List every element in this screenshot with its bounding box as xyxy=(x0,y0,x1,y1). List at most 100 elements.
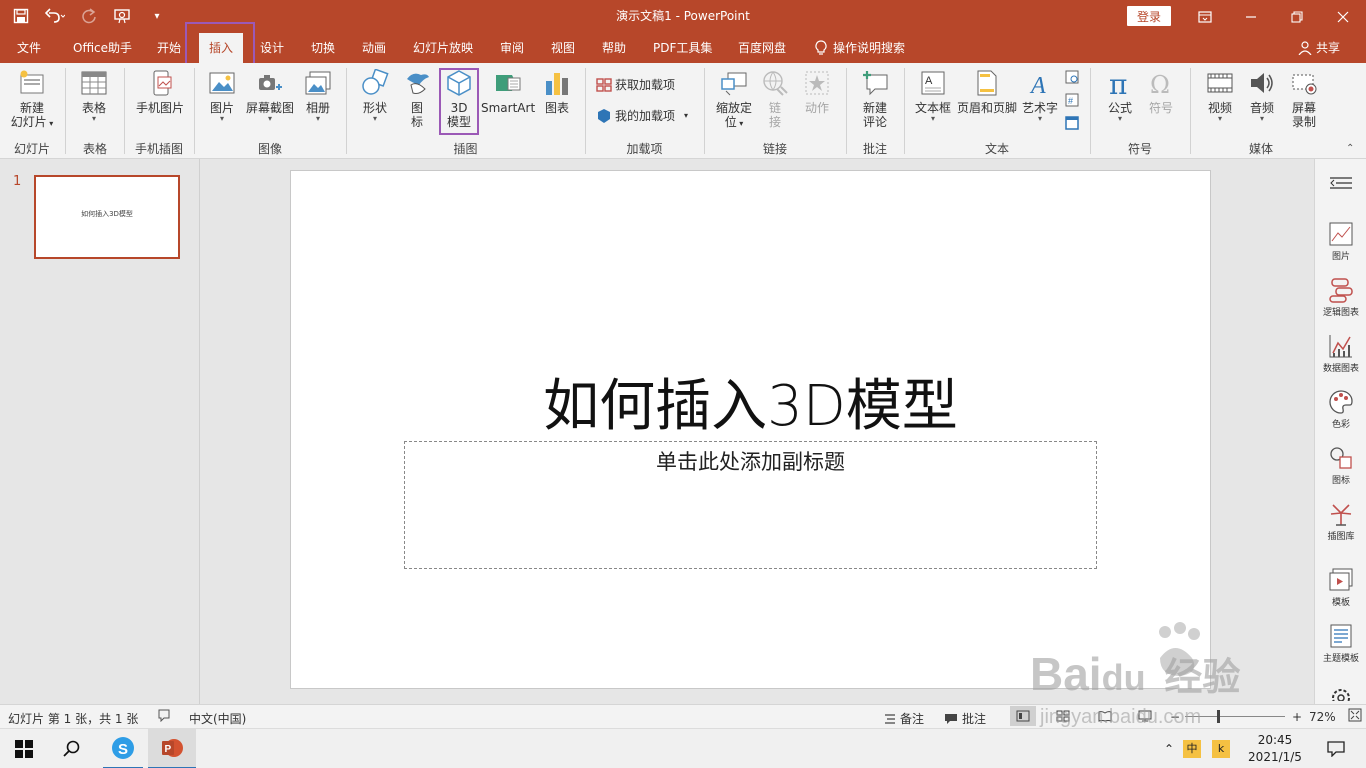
tab-home[interactable]: 开始 xyxy=(157,33,181,63)
link-button: 链 接 xyxy=(760,69,790,129)
clock[interactable]: 20:45 2021/1/5 xyxy=(1240,729,1310,768)
windows-start-icon[interactable] xyxy=(0,729,48,768)
tab-review[interactable]: 审阅 xyxy=(500,33,524,63)
group-label-addins: 加载项 xyxy=(626,142,663,156)
tab-help[interactable]: 帮助 xyxy=(602,33,626,63)
close-icon[interactable] xyxy=(1320,0,1366,33)
svg-text:Ω: Ω xyxy=(1150,71,1170,97)
pane-picture[interactable]: 图片 xyxy=(1315,221,1366,262)
tab-animations[interactable]: 动画 xyxy=(362,33,386,63)
collapse-ribbon-icon[interactable]: ⌃ xyxy=(1346,143,1354,154)
pane-logic-chart[interactable]: 逻辑图表 xyxy=(1315,277,1366,318)
minimize-icon[interactable] xyxy=(1228,0,1274,33)
subtitle-placeholder-text: 单击此处添加副标题 xyxy=(656,450,845,474)
fit-to-window-icon[interactable] xyxy=(1348,708,1362,725)
new-slide-icon xyxy=(20,70,44,94)
language-indicator[interactable]: 中文(中国) xyxy=(189,710,246,727)
my-addins-button[interactable]: 我的加载项 ▾ xyxy=(596,108,696,124)
phone-picture-button[interactable]: 手机图片 xyxy=(130,69,190,115)
sogou-browser-icon[interactable]: S xyxy=(103,729,143,768)
tab-baidu-netdisk[interactable]: 百度网盘 xyxy=(738,33,786,63)
tab-design[interactable]: 设计 xyxy=(260,33,284,63)
zoom-button[interactable]: 缩放定 位 ▾ xyxy=(712,69,756,131)
action-button: 动作 xyxy=(800,69,834,115)
powerpoint-taskbar-icon[interactable]: P xyxy=(148,729,196,768)
svg-text:#: # xyxy=(1068,96,1073,106)
wordart-button[interactable]: A 艺术字 ▾ xyxy=(1020,69,1060,123)
tab-transitions[interactable]: 切换 xyxy=(311,33,335,63)
tab-pdf-tools[interactable]: PDF工具集 xyxy=(653,33,712,63)
accessibility-icon[interactable] xyxy=(157,708,171,725)
notes-button[interactable]: 备注 xyxy=(884,710,924,727)
table-icon xyxy=(81,71,107,95)
chart-button[interactable]: 图表 xyxy=(540,69,574,115)
tab-view[interactable]: 视图 xyxy=(551,33,575,63)
pane-illustration-library[interactable]: 插图库 xyxy=(1315,501,1366,542)
comments-button[interactable]: 批注 xyxy=(944,710,986,727)
picture-button[interactable]: 图片 ▾ xyxy=(204,69,240,123)
tab-slideshow[interactable]: 幻灯片放映 xyxy=(413,33,473,63)
smartart-icon xyxy=(496,75,521,91)
tab-file[interactable]: 文件 xyxy=(17,33,41,63)
text-extra-buttons[interactable]: # xyxy=(1064,69,1080,134)
logic-chart-icon xyxy=(1329,278,1353,303)
header-footer-button[interactable]: 页眉和页脚 xyxy=(955,69,1019,115)
clock-time: 20:45 xyxy=(1257,733,1293,747)
subtitle-placeholder[interactable]: 单击此处添加副标题 xyxy=(404,441,1097,569)
tell-me-label: 操作说明搜索 xyxy=(833,41,906,55)
icon-library-icon xyxy=(1330,447,1352,469)
ribbon-insert: 新建 幻灯片 ▾ 幻灯片 表格 ▾ 表格 手机图片 手机插图 图片 ▾ 屏幕截图… xyxy=(0,63,1366,159)
album-button[interactable]: 相册 ▾ xyxy=(300,69,336,123)
svg-text:S: S xyxy=(118,741,128,758)
screenshot-button[interactable]: 屏幕截图 ▾ xyxy=(243,69,297,123)
group-label-slides: 幻灯片 xyxy=(13,142,50,156)
template-icon xyxy=(1329,568,1353,591)
tab-office-assistant[interactable]: Office助手 xyxy=(73,33,132,63)
thumbnail-title: 如何插入3D模型 xyxy=(81,210,133,218)
new-slide-button[interactable]: 新建 幻灯片 ▾ xyxy=(8,69,56,131)
get-addins-button[interactable]: 获取加载项 xyxy=(596,77,696,93)
shapes-button[interactable]: 形状 ▾ xyxy=(357,69,393,123)
pane-template[interactable]: 模板 xyxy=(1315,567,1366,608)
icons-button[interactable]: 图 标 xyxy=(400,69,434,129)
slide-title[interactable]: 如何插入3D模型 xyxy=(291,361,1210,442)
pane-icon[interactable]: 图标 xyxy=(1315,445,1366,486)
slide-thumbnail[interactable]: 如何插入3D模型 xyxy=(34,175,180,259)
data-chart-icon xyxy=(1329,335,1352,358)
svg-text:P: P xyxy=(165,744,172,755)
pane-color[interactable]: 色彩 xyxy=(1315,389,1366,430)
search-icon[interactable] xyxy=(48,729,96,768)
share-button[interactable]: 共享 xyxy=(1298,33,1340,63)
group-label-tables: 表格 xyxy=(82,142,107,156)
omega-icon: Ω xyxy=(1150,71,1170,97)
screen-record-button[interactable]: 屏幕 录制 xyxy=(1286,69,1322,129)
smartart-button[interactable]: SmartArt xyxy=(481,69,535,115)
new-comment-button[interactable]: 新建 评论 xyxy=(855,69,895,129)
settings-gear-icon[interactable] xyxy=(1315,687,1366,707)
restore-icon[interactable] xyxy=(1274,0,1320,33)
ime-indicator[interactable]: 中 xyxy=(1183,740,1201,758)
equation-button[interactable]: π 公式 ▾ xyxy=(1102,69,1138,123)
group-label-symbols: 符号 xyxy=(1127,142,1152,156)
tray-app-icon[interactable]: k xyxy=(1212,740,1230,758)
notification-center-icon[interactable] xyxy=(1316,729,1356,768)
slide[interactable]: 如何插入3D模型 单击此处添加副标题 xyxy=(290,170,1211,689)
textbox-button[interactable]: A 文本框 ▾ xyxy=(912,69,954,123)
collapse-pane-icon[interactable] xyxy=(1315,175,1366,194)
theme-template-icon xyxy=(1330,624,1352,648)
table-button[interactable]: 表格 ▾ xyxy=(74,69,114,123)
slide-number-icon: # xyxy=(1065,93,1079,107)
login-button[interactable]: 登录 xyxy=(1127,6,1171,26)
film-icon xyxy=(1207,73,1233,93)
lightbulb-icon xyxy=(815,40,827,55)
speaker-icon xyxy=(1251,73,1273,93)
tray-expand-icon[interactable]: ⌃ xyxy=(1160,729,1178,768)
tell-me-search[interactable]: 操作说明搜索 xyxy=(815,33,905,63)
group-label-phone-illustrations: 手机插图 xyxy=(134,142,183,156)
ribbon-display-options-icon[interactable] xyxy=(1182,0,1228,33)
3d-model-highlight xyxy=(439,68,479,135)
pane-theme-template[interactable]: 主题模板 xyxy=(1315,623,1366,664)
pane-data-chart[interactable]: 数据图表 xyxy=(1315,333,1366,374)
video-button[interactable]: 视频 ▾ xyxy=(1202,69,1238,123)
audio-button[interactable]: 音频 ▾ xyxy=(1244,69,1280,123)
